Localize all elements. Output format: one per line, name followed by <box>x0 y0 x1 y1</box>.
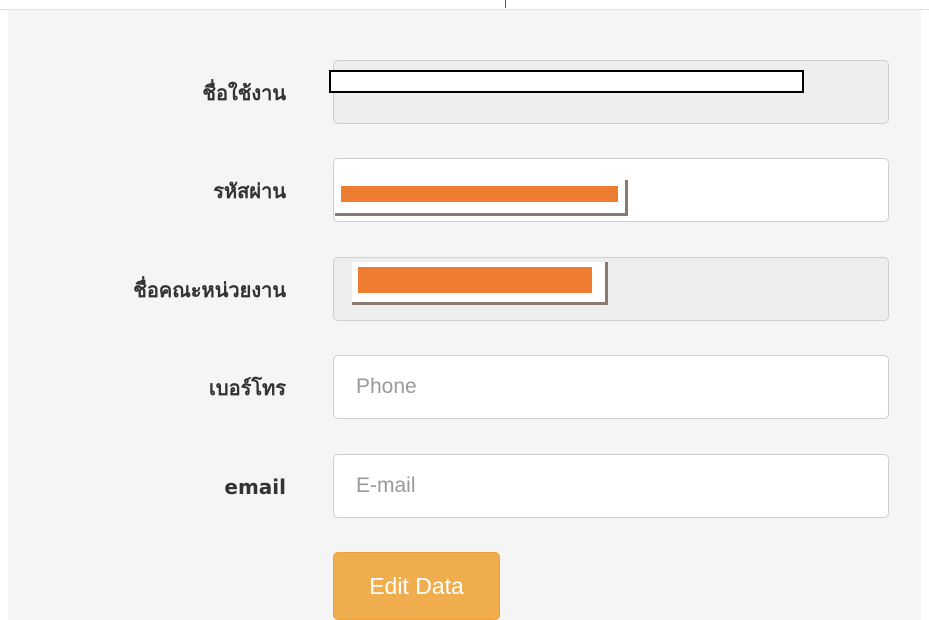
password-redaction <box>335 180 628 216</box>
top-divider-mark <box>505 0 506 8</box>
email-field[interactable] <box>333 454 889 518</box>
username-label: ชื่อใช้งาน <box>202 81 286 105</box>
edit-profile-form: ชื่อใช้งาน รหัสผ่าน ชื่อคณะหน่วยงาน เบอร… <box>8 10 921 620</box>
username-redaction <box>329 70 804 93</box>
email-label: email <box>224 475 286 499</box>
password-label: รหัสผ่าน <box>213 179 286 203</box>
phone-field[interactable] <box>333 355 889 419</box>
phone-row: เบอร์โทร <box>8 355 921 421</box>
edit-data-button[interactable]: Edit Data <box>333 552 500 620</box>
email-row: email <box>8 454 921 520</box>
department-redaction <box>352 262 608 305</box>
phone-label: เบอร์โทร <box>209 376 286 400</box>
department-label: ชื่อคณะหน่วยงาน <box>133 278 286 302</box>
